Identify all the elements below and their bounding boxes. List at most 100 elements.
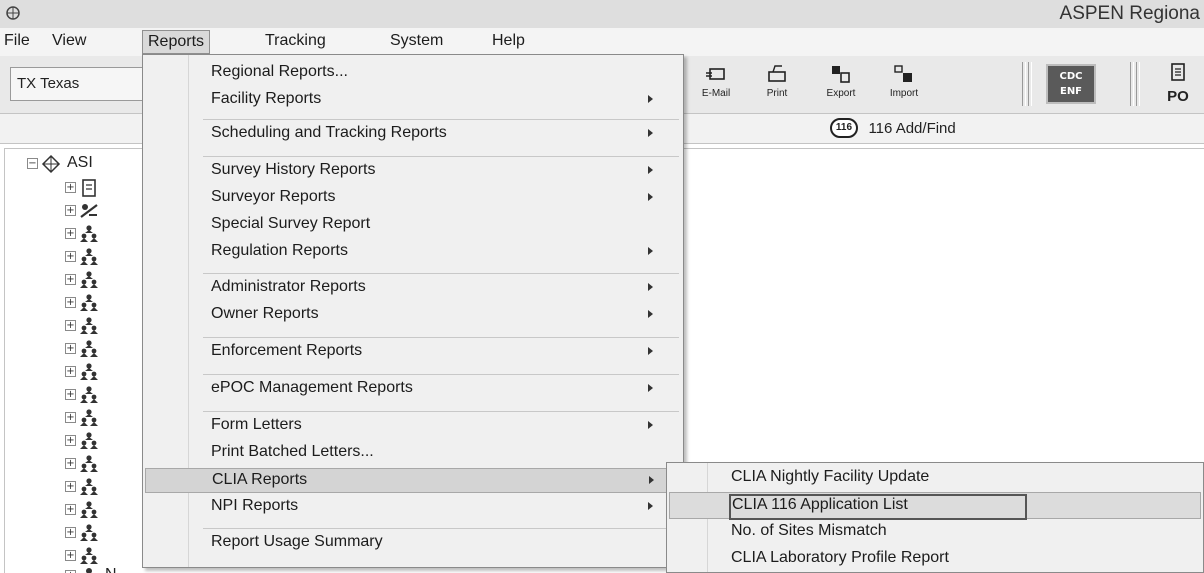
expand-icon[interactable]: + (65, 320, 76, 331)
expand-icon[interactable]: + (65, 366, 76, 377)
menu-item-enforcement-reports[interactable]: Enforcement Reports (145, 340, 681, 365)
menu-system[interactable]: System (390, 32, 443, 50)
expand-icon[interactable]: + (65, 251, 76, 262)
tree-node[interactable]: + (65, 430, 145, 452)
surveyor-icon (80, 204, 98, 218)
menu-item-print-batched-letters[interactable]: Print Batched Letters... (145, 441, 681, 466)
expand-icon[interactable]: + (65, 182, 76, 193)
menu-item-label: Report Usage Summary (211, 533, 383, 550)
tree-node[interactable]: + (65, 499, 145, 521)
submenu-item-label: No. of Sites Mismatch (731, 522, 887, 539)
import-icon (894, 65, 912, 82)
collapse-icon[interactable]: − (27, 158, 38, 169)
facility-group-icon (80, 271, 98, 288)
expand-icon[interactable]: + (65, 458, 76, 469)
menu-help[interactable]: Help (492, 32, 525, 50)
menu-item-label: CLIA Reports (212, 471, 308, 488)
tree-node[interactable]: + (65, 292, 145, 314)
tree-node[interactable]: + (65, 246, 145, 268)
menu-reports[interactable]: Reports (142, 30, 211, 54)
submenu-arrow-icon (648, 193, 653, 201)
menu-file[interactable]: File (4, 32, 30, 50)
tree-node-last-label: N (105, 566, 117, 573)
expand-icon[interactable]: + (65, 412, 76, 423)
menu-item-scheduling-and-tracking-reports[interactable]: Scheduling and Tracking Reports (145, 122, 681, 147)
facility-group-icon (80, 317, 98, 334)
expand-icon[interactable]: + (65, 389, 76, 400)
menu-item-regulation-reports[interactable]: Regulation Reports (145, 240, 681, 265)
menu-tracking[interactable]: Tracking (265, 32, 326, 50)
submenu-item-clia-nightly-facility-update[interactable]: CLIA Nightly Facility Update (669, 465, 1201, 492)
window-title: ASPEN Regiona (1059, 3, 1200, 24)
expand-icon[interactable]: + (65, 274, 76, 285)
po-button[interactable]: PO (1152, 62, 1204, 106)
submenu-arrow-icon (648, 421, 653, 429)
submenu-arrow-icon (648, 247, 653, 255)
add-find-tab[interactable]: 116 116 Add/Find (830, 118, 956, 140)
tree-node[interactable]: + (65, 200, 145, 222)
submenu-item-no-of-sites-mismatch[interactable]: No. of Sites Mismatch (669, 519, 1201, 546)
print-button[interactable]: Print (746, 62, 808, 106)
expand-icon[interactable]: + (65, 228, 76, 239)
menu-item-surveyor-reports[interactable]: Surveyor Reports (145, 186, 681, 211)
menu-item-administrator-reports[interactable]: Administrator Reports (145, 276, 681, 301)
submenu-arrow-icon (648, 384, 653, 392)
expand-icon[interactable]: + (65, 297, 76, 308)
expand-icon[interactable]: + (65, 504, 76, 515)
menu-item-survey-history-reports[interactable]: Survey History Reports (145, 159, 681, 184)
menu-item-label: Surveyor Reports (211, 188, 336, 205)
export-icon (832, 66, 850, 83)
menu-item-npi-reports[interactable]: NPI Reports (145, 495, 681, 520)
menu-separator (203, 273, 679, 274)
facility-group-icon (80, 547, 98, 564)
menu-item-report-usage-summary[interactable]: Report Usage Summary (145, 531, 681, 556)
tree-node[interactable]: + (65, 522, 145, 544)
expand-icon[interactable]: + (65, 550, 76, 561)
menu-item-special-survey-report[interactable]: Special Survey Report (145, 213, 681, 238)
email-label: E-Mail (701, 88, 731, 99)
expand-icon[interactable]: + (65, 343, 76, 354)
enf-label: ENF (1059, 86, 1083, 97)
submenu-arrow-icon (648, 347, 653, 355)
tree-node[interactable]: + (65, 338, 145, 360)
submenu-arrow-icon (648, 283, 653, 291)
menu-item-owner-reports[interactable]: Owner Reports (145, 303, 681, 328)
tree-node[interactable]: + (65, 384, 145, 406)
facility-group-icon (80, 386, 98, 403)
menu-item-label: Regional Reports... (211, 63, 348, 80)
submenu-item-clia-laboratory-profile-report[interactable]: CLIA Laboratory Profile Report (669, 546, 1201, 573)
tree-node[interactable]: + (65, 361, 145, 383)
tree-node[interactable]: + (65, 177, 145, 199)
cdc-enf-button[interactable]: CDC ENF (1046, 64, 1096, 104)
export-button[interactable]: Export (810, 62, 872, 106)
region-icon (41, 154, 61, 174)
tree-node[interactable]: + (65, 453, 145, 475)
menu-item-label: Regulation Reports (211, 242, 348, 259)
expand-icon[interactable]: + (65, 435, 76, 446)
email-button[interactable]: E-Mail (685, 62, 747, 106)
state-select[interactable]: TX Texas (10, 67, 146, 101)
menu-item-clia-reports[interactable]: CLIA Reports (145, 468, 681, 493)
expand-icon[interactable]: + (65, 481, 76, 492)
menu-item-label: Survey History Reports (211, 161, 376, 178)
tree-node[interactable]: + (65, 545, 145, 567)
tree-node[interactable]: + (65, 315, 145, 337)
toolbar-separator (1022, 62, 1026, 106)
tree-node[interactable]: + (65, 223, 145, 245)
expand-icon[interactable]: + (65, 205, 76, 216)
import-button[interactable]: Import (873, 62, 935, 106)
email-icon (706, 68, 725, 80)
facility-group-icon (86, 568, 92, 573)
menu-view[interactable]: View (52, 32, 86, 50)
tree-node[interactable]: + (65, 269, 145, 291)
tree-node[interactable]: + (65, 476, 145, 498)
menu-item-form-letters[interactable]: Form Letters (145, 414, 681, 439)
menu-item-regional-reports[interactable]: Regional Reports... (145, 61, 681, 86)
expand-icon[interactable]: + (65, 527, 76, 538)
menu-item-label: Form Letters (211, 416, 302, 433)
menu-item-epoc-management-reports[interactable]: ePOC Management Reports (145, 377, 681, 402)
tree-node[interactable]: + (65, 407, 145, 429)
menu-bar: File View Reports Tracking System Help (0, 28, 1204, 56)
menu-item-facility-reports[interactable]: Facility Reports (145, 88, 681, 113)
export-label: Export (826, 88, 856, 99)
